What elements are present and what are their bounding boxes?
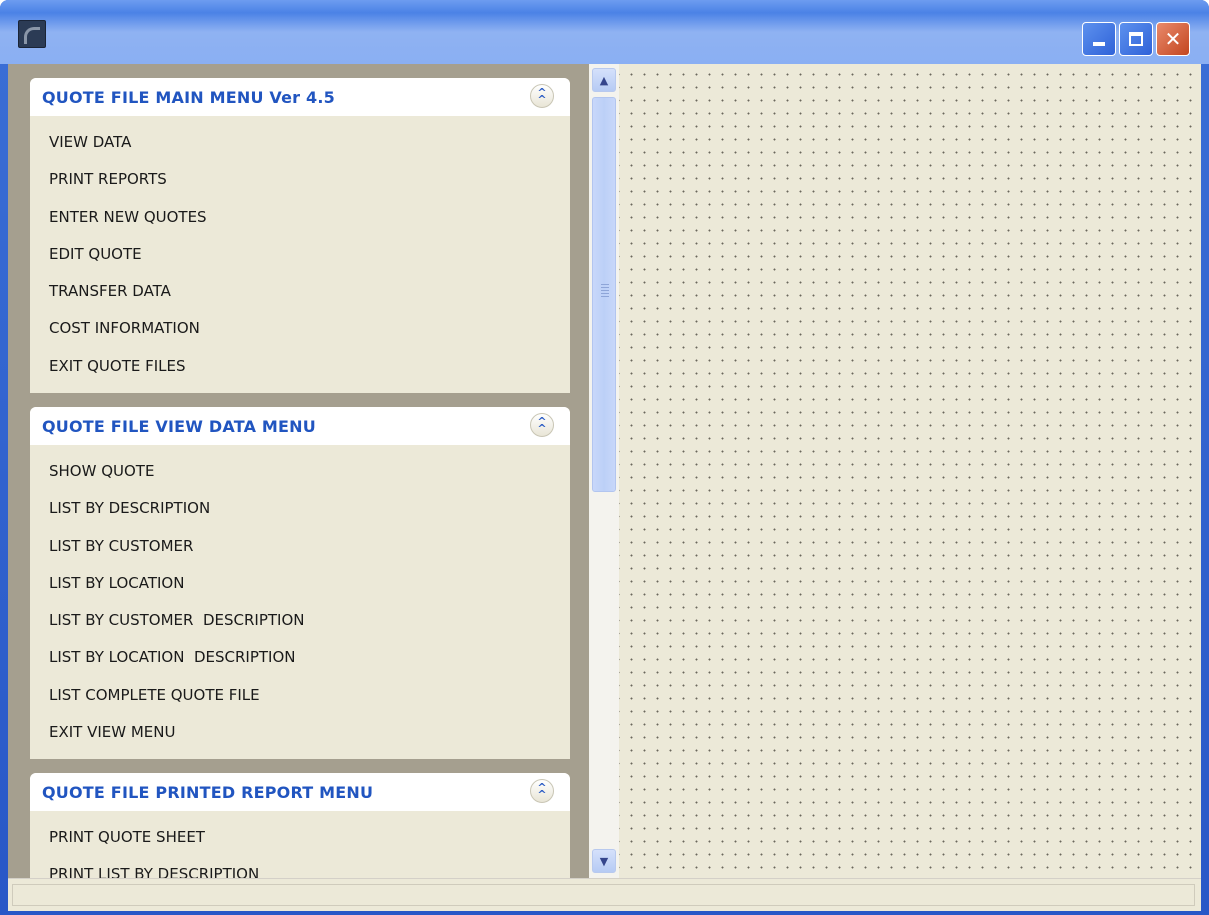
client-area: QUOTE FILE MAIN MENU Ver 4.5 ^ ^ VIEW DAT… — [8, 64, 1201, 911]
chevron-up-icon: ^ ^ — [537, 415, 547, 435]
chevron-down-icon: ▼ — [599, 854, 609, 868]
scroll-down-button[interactable]: ▼ — [592, 849, 616, 873]
menu-item-cost-information[interactable]: COST INFORMATION — [30, 310, 570, 347]
app-icon[interactable] — [18, 20, 46, 48]
dotted-canvas[interactable] — [619, 64, 1201, 878]
menu-item-list-by-customer[interactable]: LIST BY CUSTOMER — [30, 528, 570, 565]
menu-item-edit-quote[interactable]: EDIT QUOTE — [30, 236, 570, 273]
menu-item-list-by-customer-description[interactable]: LIST BY CUSTOMER DESCRIPTION — [30, 602, 570, 639]
printed-report-menu-header[interactable]: QUOTE FILE PRINTED REPORT MENU ^ ^ — [30, 773, 570, 811]
menu-item-list-by-description[interactable]: LIST BY DESCRIPTION — [30, 490, 570, 527]
printed-report-menu-title: QUOTE FILE PRINTED REPORT MENU — [42, 783, 374, 802]
view-data-menu-title: QUOTE FILE VIEW DATA MENU — [42, 417, 316, 436]
maximize-icon — [1129, 32, 1143, 46]
view-data-menu-group: QUOTE FILE VIEW DATA MENU ^ ^ SHOW QUOTE … — [30, 407, 570, 759]
view-data-menu-header[interactable]: QUOTE FILE VIEW DATA MENU ^ ^ — [30, 407, 570, 445]
scrollbar-thumb[interactable] — [592, 97, 616, 492]
chevron-up-icon: ▲ — [599, 73, 609, 87]
menu-panel: QUOTE FILE MAIN MENU Ver 4.5 ^ ^ VIEW DAT… — [8, 64, 589, 878]
menu-item-print-list-by-description[interactable]: PRINT LIST BY DESCRIPTION — [30, 856, 570, 878]
printed-report-menu-group: QUOTE FILE PRINTED REPORT MENU ^ ^ PRINT … — [30, 773, 570, 878]
menu-item-exit-view-menu[interactable]: EXIT VIEW MENU — [30, 714, 570, 751]
main-menu-header[interactable]: QUOTE FILE MAIN MENU Ver 4.5 ^ ^ — [30, 78, 570, 116]
menu-item-list-complete-quote-file[interactable]: LIST COMPLETE QUOTE FILE — [30, 677, 570, 714]
collapse-button[interactable]: ^ ^ — [530, 84, 554, 108]
collapse-button[interactable]: ^ ^ — [530, 413, 554, 437]
status-panel — [12, 884, 1195, 906]
main-menu-title: QUOTE FILE MAIN MENU Ver 4.5 — [42, 88, 335, 107]
title-bar[interactable]: ✕ — [0, 0, 1209, 64]
menu-item-show-quote[interactable]: SHOW QUOTE — [30, 453, 570, 490]
vertical-scrollbar[interactable]: ▲ ▼ — [589, 64, 619, 878]
menu-item-transfer-data[interactable]: TRANSFER DATA — [30, 273, 570, 310]
main-menu-group: QUOTE FILE MAIN MENU Ver 4.5 ^ ^ VIEW DAT… — [30, 78, 570, 393]
menu-item-print-quote-sheet[interactable]: PRINT QUOTE SHEET — [30, 819, 570, 856]
scroll-up-button[interactable]: ▲ — [592, 68, 616, 92]
close-icon: ✕ — [1164, 27, 1182, 51]
collapse-button[interactable]: ^ ^ — [530, 779, 554, 803]
close-button[interactable]: ✕ — [1156, 22, 1190, 56]
menu-item-view-data[interactable]: VIEW DATA — [30, 124, 570, 161]
grip-icon — [601, 284, 609, 298]
menu-item-print-reports[interactable]: PRINT REPORTS — [30, 161, 570, 198]
menu-item-exit-quote-files[interactable]: EXIT QUOTE FILES — [30, 348, 570, 385]
chevron-up-icon: ^ ^ — [537, 781, 547, 801]
status-bar — [8, 878, 1201, 911]
maximize-button[interactable] — [1119, 22, 1153, 56]
app-window: ✕ QUOTE FILE MAIN MENU Ver 4.5 ^ ^ VIEW D… — [0, 0, 1209, 915]
minimize-button[interactable] — [1082, 22, 1116, 56]
menu-item-list-by-location[interactable]: LIST BY LOCATION — [30, 565, 570, 602]
chevron-up-icon: ^ ^ — [537, 86, 547, 106]
menu-item-enter-new-quotes[interactable]: ENTER NEW QUOTES — [30, 199, 570, 236]
minimize-icon — [1093, 42, 1105, 46]
menu-item-list-by-location-description[interactable]: LIST BY LOCATION DESCRIPTION — [30, 639, 570, 676]
